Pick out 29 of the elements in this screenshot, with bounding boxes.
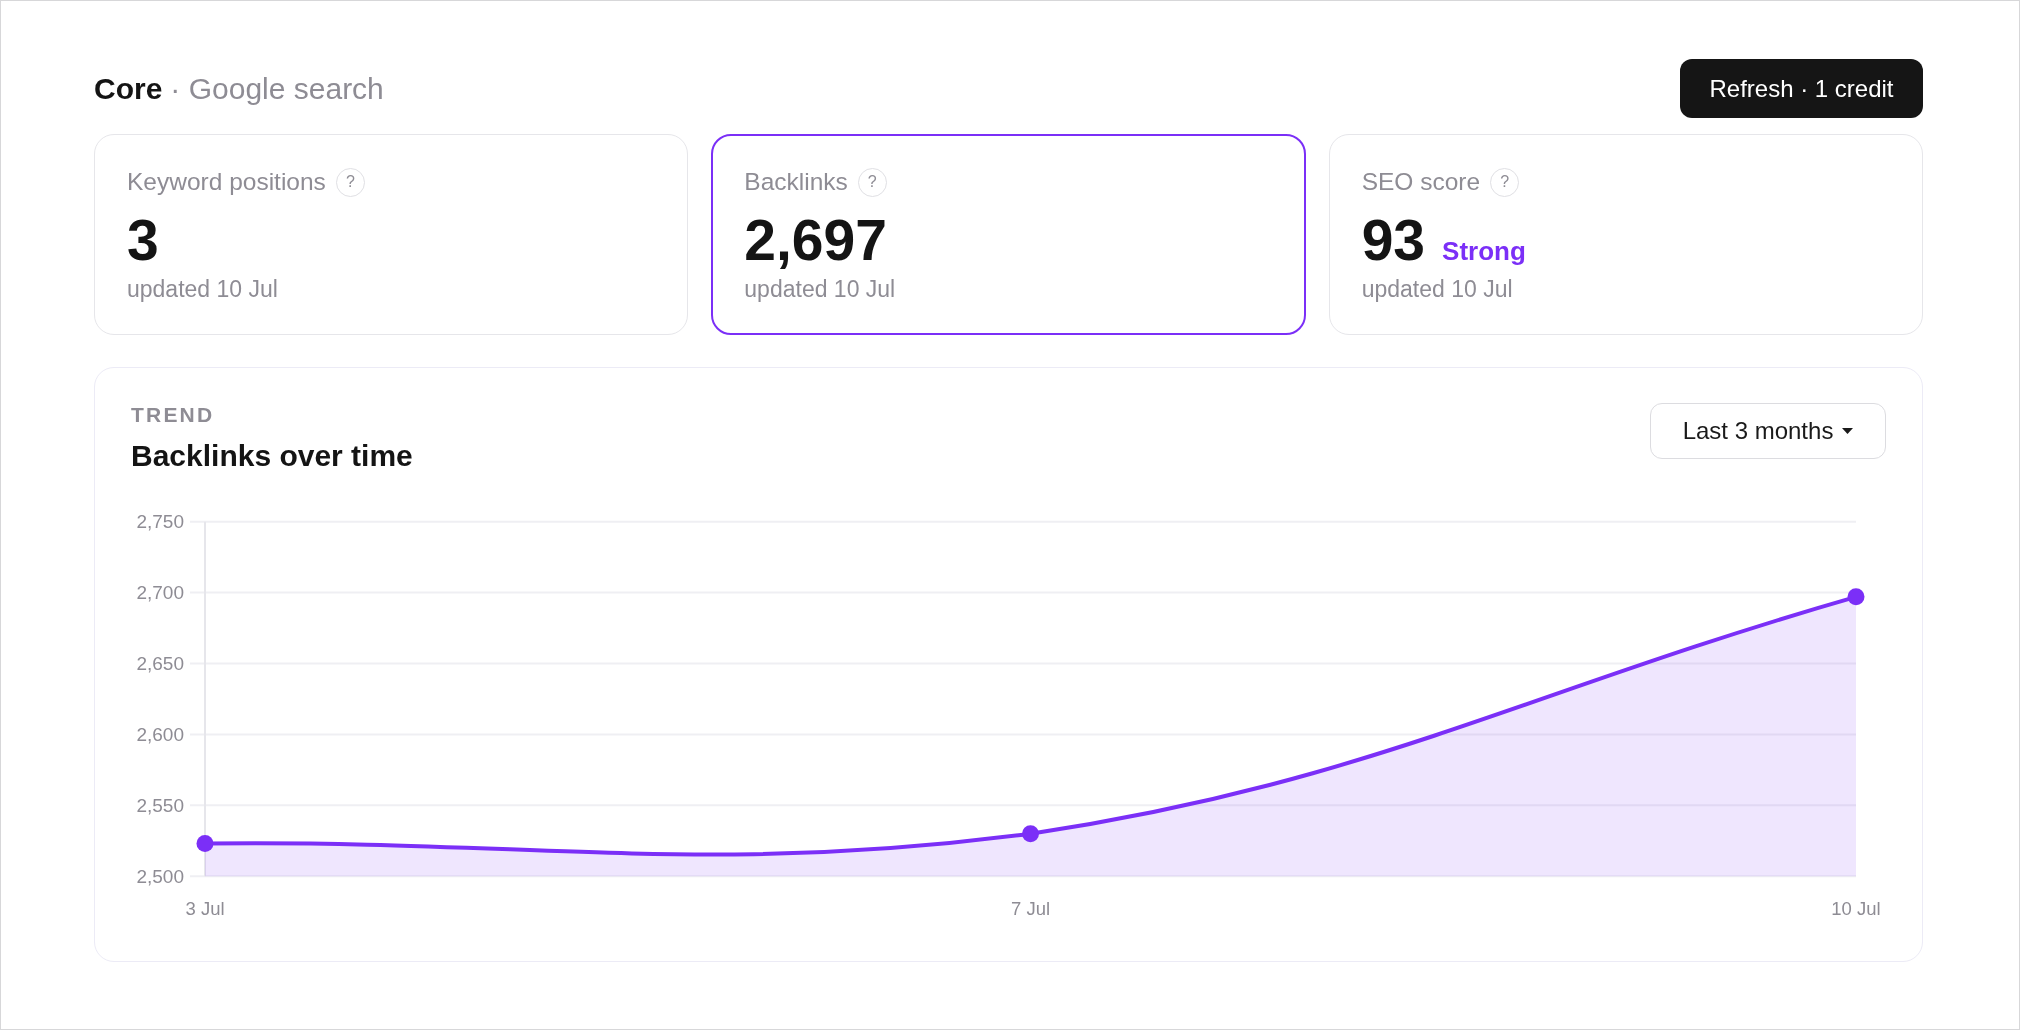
search-context: · Google search (170, 71, 384, 106)
page-title: Core (94, 71, 163, 106)
metric-value: 3 (127, 212, 159, 269)
axis-label: 2,550 (136, 794, 184, 816)
metric-card[interactable]: Backlinks ? 2,697 updated 10 Jul (711, 134, 1306, 335)
axis-label: 2,600 (136, 723, 184, 745)
chart-title: Backlinks over time (131, 438, 413, 474)
updated-text: updated 10 Jul (744, 275, 896, 303)
metric-value: 2,697 (744, 212, 887, 269)
axis-label: 2,500 (136, 865, 184, 887)
axis-label: 2,750 (136, 511, 184, 533)
metric-label: Keyword positions (127, 167, 326, 197)
metric-label: Backlinks (744, 167, 848, 197)
axis-label: 3 Jul (185, 898, 225, 919)
caret-icon (1842, 428, 1854, 434)
axis-label: 10 Jul (1831, 898, 1881, 919)
axis-label: 2,650 (136, 653, 184, 674)
updated-text: updated 10 Jul (1361, 275, 1513, 303)
updated-text: updated 10 Jul (127, 275, 278, 303)
axis-label: 2,700 (136, 582, 184, 604)
metric-card[interactable]: SEO score ? 93 Strong updated 10 Jul (1328, 134, 1923, 335)
metric-label: SEO score (1361, 167, 1481, 197)
axis-label: 7 Jul (1010, 898, 1051, 919)
metric-value: 93 (1361, 212, 1426, 269)
metric-card[interactable]: Keyword positions ? 3 updated 10 Jul (94, 134, 689, 335)
section-label: TREND (131, 403, 215, 427)
rating-label: Strong (1442, 236, 1526, 267)
refresh-button[interactable]: Refresh · 1 credit (1680, 59, 1923, 118)
range-dropdown[interactable]: Last 3 months (1650, 403, 1886, 459)
